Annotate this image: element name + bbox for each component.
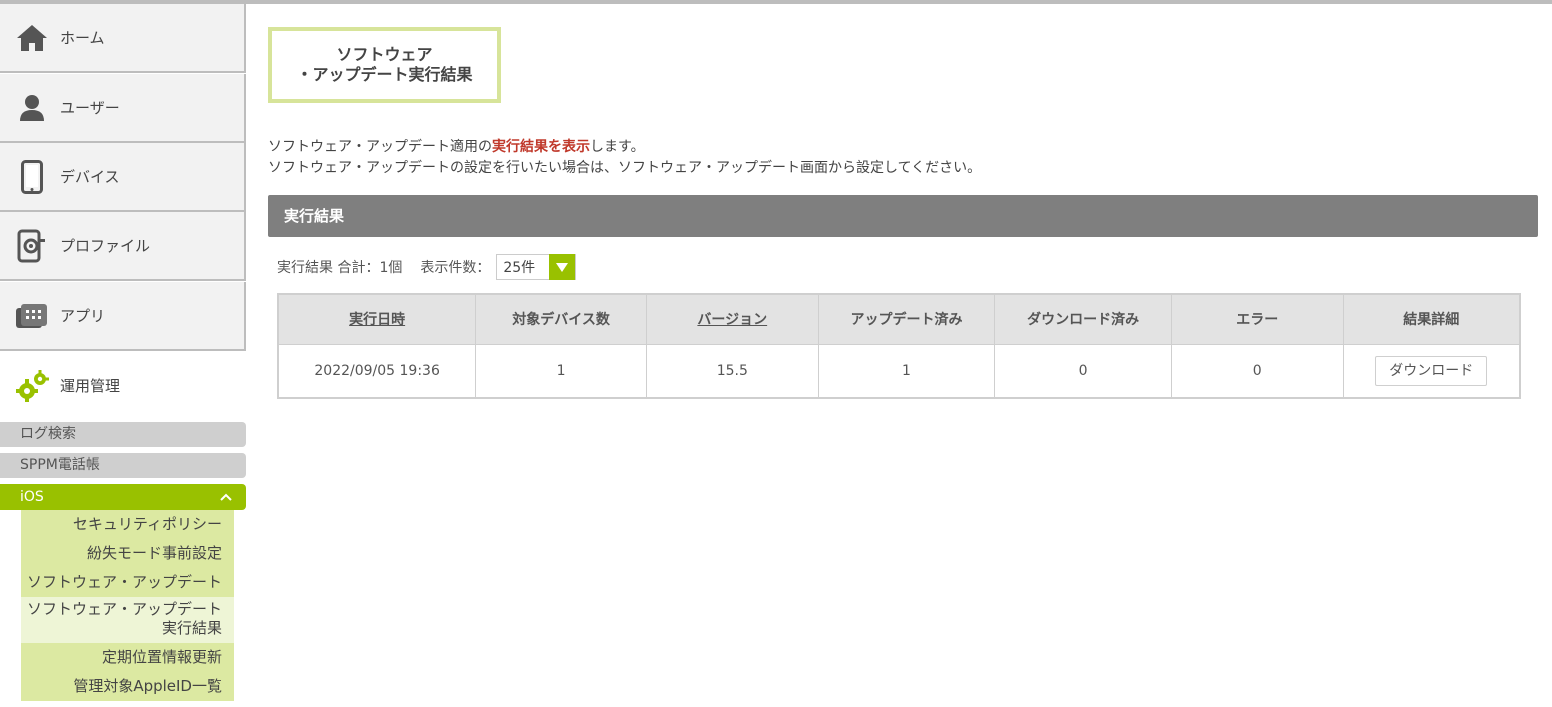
ios-item-security-policy[interactable]: セキュリティポリシー — [21, 510, 234, 539]
cell-downloaded: 0 — [994, 343, 1172, 399]
column-header-updated: アップデート済み — [817, 293, 996, 345]
page-description: ソフトウェア・アップデート適用の実行結果を表示します。 ソフトウェア・アップデー… — [268, 137, 981, 179]
app-icon — [14, 298, 50, 334]
chevron-down-icon — [549, 254, 576, 280]
ios-submenu: セキュリティポリシー 紛失モード事前設定 ソフトウェア・アップデート ソフトウェ… — [21, 510, 234, 701]
section-header: 実行結果 — [268, 195, 1538, 237]
page-title-line1: ソフトウェア — [336, 45, 433, 64]
page-title: ソフトウェア ・アップデート実行結果 — [268, 27, 501, 103]
column-header-downloaded: ダウンロード済み — [994, 293, 1172, 345]
description-text: します。 — [590, 139, 645, 155]
sidebar-item-home[interactable]: ホーム — [0, 4, 246, 73]
sidebar-item-operations[interactable]: 運用管理 — [0, 351, 246, 420]
cell-details: ダウンロード — [1342, 343, 1521, 399]
profile-icon — [14, 228, 50, 264]
sidebar: ホーム ユーザー デバイス プロファイル アプリ 運用管理 ログ検索 SPPM電… — [0, 4, 246, 707]
cell-datetime: 2022/09/05 19:36 — [277, 343, 477, 399]
results-total: 実行結果 合計：1個 — [277, 260, 403, 276]
sidebar-item-label: プロファイル — [60, 237, 151, 255]
cell-errors: 0 — [1170, 343, 1344, 399]
sidebar-sub-sppm-phonebook[interactable]: SPPM電話帳 — [0, 453, 246, 478]
description-text: ソフトウェア・アップデート適用の — [268, 139, 492, 155]
ios-item-label: 実行結果 — [161, 619, 222, 637]
column-header-version[interactable]: バージョン — [645, 293, 819, 345]
ios-item-software-update[interactable]: ソフトウェア・アップデート — [21, 568, 234, 597]
column-header-details: 結果詳細 — [1342, 293, 1521, 345]
ios-item-managed-appleid[interactable]: 管理対象AppleID一覧 — [21, 672, 234, 701]
sidebar-item-label: ホーム — [60, 29, 105, 47]
ios-item-label: ソフトウェア・アップデート — [26, 600, 222, 618]
sidebar-sub-ios-label: iOS — [20, 489, 44, 505]
device-icon — [14, 159, 50, 195]
column-header-datetime[interactable]: 実行日時 — [277, 293, 477, 345]
per-page-value: 25件 — [503, 260, 536, 276]
column-header-devices: 対象デバイス数 — [475, 293, 647, 345]
sidebar-item-label: ユーザー — [60, 99, 120, 117]
description-line2: ソフトウェア・アップデートの設定を行いたい場合は、ソフトウェア・アップデート画面… — [268, 160, 982, 176]
sidebar-item-device[interactable]: デバイス — [0, 143, 246, 212]
sidebar-item-app[interactable]: アプリ — [0, 282, 246, 351]
ios-item-software-update-results[interactable]: ソフトウェア・アップデート 実行結果 — [21, 597, 234, 643]
cell-version: 15.5 — [645, 343, 819, 399]
results-summary: 実行結果 合計：1個 表示件数： 25件 — [277, 254, 577, 280]
description-highlight: 実行結果を表示 — [492, 139, 590, 155]
sidebar-item-profile[interactable]: プロファイル — [0, 212, 246, 281]
per-page-select[interactable]: 25件 — [496, 254, 577, 280]
sidebar-sub-log-search[interactable]: ログ検索 — [0, 422, 246, 447]
sidebar-item-label: デバイス — [60, 168, 120, 186]
ios-item-location-update[interactable]: 定期位置情報更新 — [21, 643, 234, 672]
download-button[interactable]: ダウンロード — [1375, 355, 1488, 386]
table-row: 2022/09/05 19:36 1 15.5 1 0 0 ダウンロード — [277, 343, 1521, 399]
sidebar-sub-ios[interactable]: iOS — [0, 484, 246, 510]
sidebar-item-label: アプリ — [60, 307, 106, 325]
results-table: 実行日時 対象デバイス数 バージョン アップデート済み ダウンロード済み エラー… — [277, 293, 1521, 399]
sidebar-item-user[interactable]: ユーザー — [0, 74, 246, 143]
cell-updated: 1 — [817, 343, 996, 399]
ios-item-lost-mode[interactable]: 紛失モード事前設定 — [21, 539, 234, 568]
sidebar-item-label: 運用管理 — [60, 377, 121, 395]
cell-devices: 1 — [475, 343, 647, 399]
column-header-errors: エラー — [1170, 293, 1344, 345]
per-page-label: 表示件数： — [420, 260, 491, 276]
page-title-line2: ・アップデート実行結果 — [296, 65, 473, 84]
table-header-row: 実行日時 対象デバイス数 バージョン アップデート済み ダウンロード済み エラー… — [277, 293, 1521, 345]
gear-icon — [14, 368, 50, 404]
home-icon — [14, 20, 50, 56]
user-icon — [14, 90, 50, 126]
chevron-up-icon — [220, 493, 232, 501]
